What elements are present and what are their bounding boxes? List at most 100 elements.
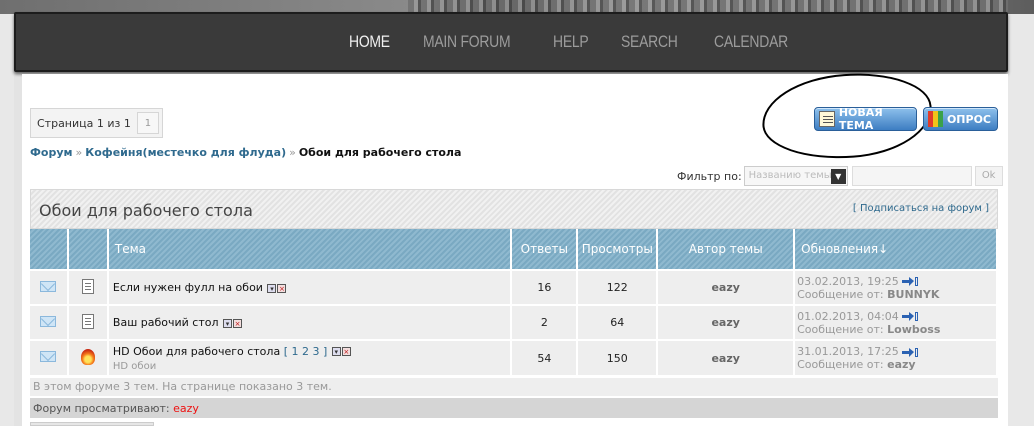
row-last-post: 31.01.2013, 17:25 Сообщение от: eazy [794,339,998,375]
expand-icon[interactable]: ▾ [331,347,341,356]
row-author[interactable]: eazy [657,339,796,375]
main-navbar: HOME MAIN FORUM HELP SEARCH CALENDAR [14,12,1008,72]
breadcrumb-forum[interactable]: Форум [30,146,73,159]
viewers-label: Форум просматривают: [33,402,170,415]
topic-title-link[interactable]: HD Обои для рабочего стола [113,345,280,358]
breadcrumb-separator: » [289,146,296,159]
filter-ok-button[interactable]: Ok [974,166,1003,186]
filter-select-value: Названию темы [748,170,832,181]
filter-select[interactable]: Названию темы ▼ [743,166,848,186]
header-updated[interactable]: Обновления↓ [794,229,998,270]
expand-icon[interactable]: ▾ [223,318,233,328]
row-topic-cell: HD Обои для рабочего стола [ 1 2 3 ] ▾ × … [107,339,513,375]
row-last-post: 03.02.2013, 19:25 Сообщение от: BUNNYK [794,269,998,305]
breadcrumb-separator: » [75,146,83,159]
header-views[interactable]: Просмотры [577,229,659,270]
nav-home[interactable]: HOME [349,32,390,52]
row-replies[interactable]: 54 [511,339,579,375]
viewer-user[interactable]: eazy [173,402,199,415]
expand-icon[interactable]: ▾ [267,283,277,293]
row-topic-cell: Ваш рабочий стол ▾ × [107,304,513,340]
chevron-down-icon[interactable]: ▼ [830,169,846,184]
forum-title: Обои для рабочего стола [39,201,253,220]
row-status-cell [30,304,69,340]
nav-calendar[interactable]: CALENDAR [714,32,788,52]
go-to-last-post-icon[interactable] [901,277,918,286]
last-post-prefix: Сообщение от: [797,287,884,301]
row-type-cell [67,269,109,305]
row-author[interactable]: eazy [657,304,796,340]
row-views: 150 [577,339,659,375]
last-post-prefix: Сообщение от: [797,322,884,336]
envelope-icon [40,280,57,292]
subscribe-link[interactable]: [ Подписаться на форум ] [853,203,989,214]
forum-header: Обои для рабочего стола [ Подписаться на… [30,189,998,229]
new-topic-label: НОВАЯ ТЕМА [838,106,883,132]
header-status-col [30,229,69,270]
poll-button[interactable]: ОПРОС [923,107,998,131]
row-type-cell [67,339,109,375]
row-type-cell [67,304,109,340]
topic-title-link[interactable]: Если нужен фулл на обои [113,281,263,294]
go-to-last-post-icon[interactable] [901,312,918,321]
table-header-row: Тема Ответы Просмотры Автор темы Обновле… [30,229,998,270]
poll-label: ОПРОС [946,112,991,126]
row-replies[interactable]: 16 [511,269,579,305]
forum-content: Страница 1 из 1 1 НОВАЯ ТЕМА ОПРОС Форум… [22,68,1008,426]
filter-label: Фильтр по: [677,169,742,183]
poll-chart-icon [928,111,943,127]
forum-stats: В этом форуме 3 тем. На странице показан… [30,378,998,396]
delete-icon[interactable]: × [233,318,243,328]
topic-title-link[interactable]: Ваш рабочий стол [113,316,219,329]
header-type-col [67,229,109,270]
header-replies[interactable]: Ответы [511,229,579,270]
table-row: Ваш рабочий стол ▾ × 2 64 eazy 01.02.2013… [30,304,998,340]
pagination-page-1[interactable]: 1 [136,112,159,134]
header-topic[interactable]: Тема [107,229,513,270]
header-author[interactable]: Автор темы [657,229,796,270]
row-author[interactable]: eazy [657,269,796,305]
row-views: 122 [577,269,659,305]
topics-table: Тема Ответы Просмотры Автор темы Обновле… [30,229,998,375]
topic-description: HD обои [112,360,157,372]
delete-icon[interactable]: × [277,283,287,293]
nav-main-forum[interactable]: MAIN FORUM [423,32,511,52]
envelope-icon [40,315,57,327]
page-margin-right [1006,14,1034,426]
row-status-cell [30,269,69,305]
breadcrumb: Форум» Кофейня(местечко для флуда)» Обои д… [30,146,461,159]
last-post-user[interactable]: Lowboss [887,323,940,336]
table-row: Если нужен фулл на обои ▾ × 16 122 eazy 0… [30,269,998,305]
filter-input[interactable] [851,166,972,186]
last-post-date: 03.02.2013, 19:25 [797,274,899,288]
row-replies[interactable]: 2 [511,304,579,340]
nav-search[interactable]: SEARCH [621,32,678,52]
last-post-date: 31.01.2013, 17:25 [797,345,899,358]
row-status-cell [30,339,69,375]
envelope-icon [40,351,57,362]
topic-filter: Фильтр по: Названию темы ▼ Ok [677,166,1003,186]
page-margin-left [0,14,14,426]
table-row: HD Обои для рабочего стола [ 1 2 3 ] ▾ × … [30,339,998,375]
delete-icon[interactable]: × [341,347,351,356]
forum-viewers: Форум просматривают: eazy [30,398,998,418]
go-to-last-post-icon[interactable] [901,347,918,357]
last-post-prefix: Сообщение от: [797,358,884,371]
nav-help[interactable]: HELP [553,32,589,52]
pagination: Страница 1 из 1 1 [30,108,163,138]
row-views: 64 [577,304,659,340]
bottom-box [30,422,154,426]
document-icon [81,278,94,294]
breadcrumb-parent[interactable]: Кофейня(местечко для флуда) [85,146,286,159]
nav-links: HOME MAIN FORUM HELP SEARCH CALENDAR [349,32,828,52]
document-icon [81,313,94,329]
notepad-icon [819,111,835,127]
topic-pages-links[interactable]: [ 1 2 3 ] [284,345,328,358]
pagination-text: Страница 1 из 1 [37,117,131,130]
row-topic-cell: Если нужен фулл на обои ▾ × [107,269,513,305]
new-topic-button[interactable]: НОВАЯ ТЕМА [814,106,917,132]
row-last-post: 01.02.2013, 04:04 Сообщение от: Lowboss [794,304,998,340]
breadcrumb-current: Обои для рабочего стола [298,146,462,159]
last-post-user[interactable]: BUNNYK [887,288,939,301]
last-post-user[interactable]: eazy [887,358,915,371]
